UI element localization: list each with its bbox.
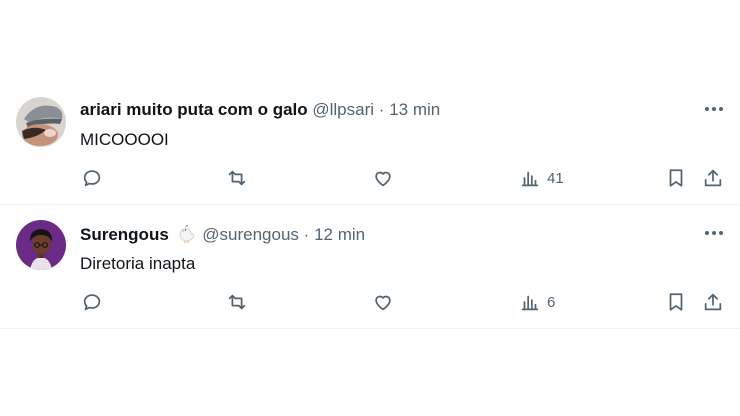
share-button[interactable]: [702, 166, 724, 190]
timestamp[interactable]: 13 min: [389, 100, 440, 119]
bookmark-icon: [669, 293, 683, 311]
heart-icon: [375, 295, 391, 311]
share-icon: [704, 169, 722, 187]
views-button[interactable]: 6: [519, 290, 555, 314]
repost-button[interactable]: [226, 290, 248, 314]
views-icon: [521, 171, 539, 187]
avatar[interactable]: [16, 220, 66, 270]
timestamp[interactable]: 12 min: [314, 225, 365, 244]
bookmark-icon: [669, 169, 683, 187]
post[interactable]: ariari muito puta com o galo @llpsari · …: [0, 86, 740, 205]
reply-button[interactable]: [81, 290, 103, 314]
share-button[interactable]: [702, 290, 724, 314]
repost-button[interactable]: [226, 166, 248, 190]
action-bar: 41: [80, 166, 728, 190]
post-header: ariari muito puta com o galo @llpsari · …: [80, 99, 440, 121]
action-bar: 6: [80, 290, 728, 314]
bookmark-button[interactable]: [665, 290, 687, 314]
user-handle[interactable]: @surengous: [202, 225, 299, 244]
display-name[interactable]: Surengous: [80, 225, 169, 244]
heart-icon: [375, 171, 391, 187]
user-handle[interactable]: @llpsari: [312, 100, 374, 119]
like-button[interactable]: [372, 290, 394, 314]
share-icon: [704, 293, 722, 311]
like-button[interactable]: [372, 166, 394, 190]
reply-button[interactable]: [81, 166, 103, 190]
views-icon: [521, 295, 539, 311]
more-options-icon[interactable]: [703, 98, 725, 120]
repost-icon: [228, 294, 246, 310]
views-count: 41: [547, 169, 564, 187]
more-options-icon[interactable]: [703, 222, 725, 244]
avatar[interactable]: [16, 97, 66, 147]
separator: ·: [303, 225, 310, 244]
separator: ·: [378, 100, 385, 119]
bookmark-button[interactable]: [665, 166, 687, 190]
display-name[interactable]: ariari muito puta com o galo: [80, 100, 308, 119]
reply-icon: [83, 294, 101, 311]
reply-icon: [83, 170, 101, 187]
chicken-icon: [176, 223, 196, 249]
post[interactable]: Surengous @surengous · 12 min Diretoria …: [0, 206, 740, 329]
post-text: Diretoria inapta: [80, 254, 196, 273]
post-header: Surengous @surengous · 12 min: [80, 223, 365, 249]
repost-icon: [228, 170, 246, 186]
views-button[interactable]: 41: [519, 166, 564, 190]
post-text: MICOOOOI: [80, 130, 169, 149]
views-count: 6: [547, 293, 556, 311]
